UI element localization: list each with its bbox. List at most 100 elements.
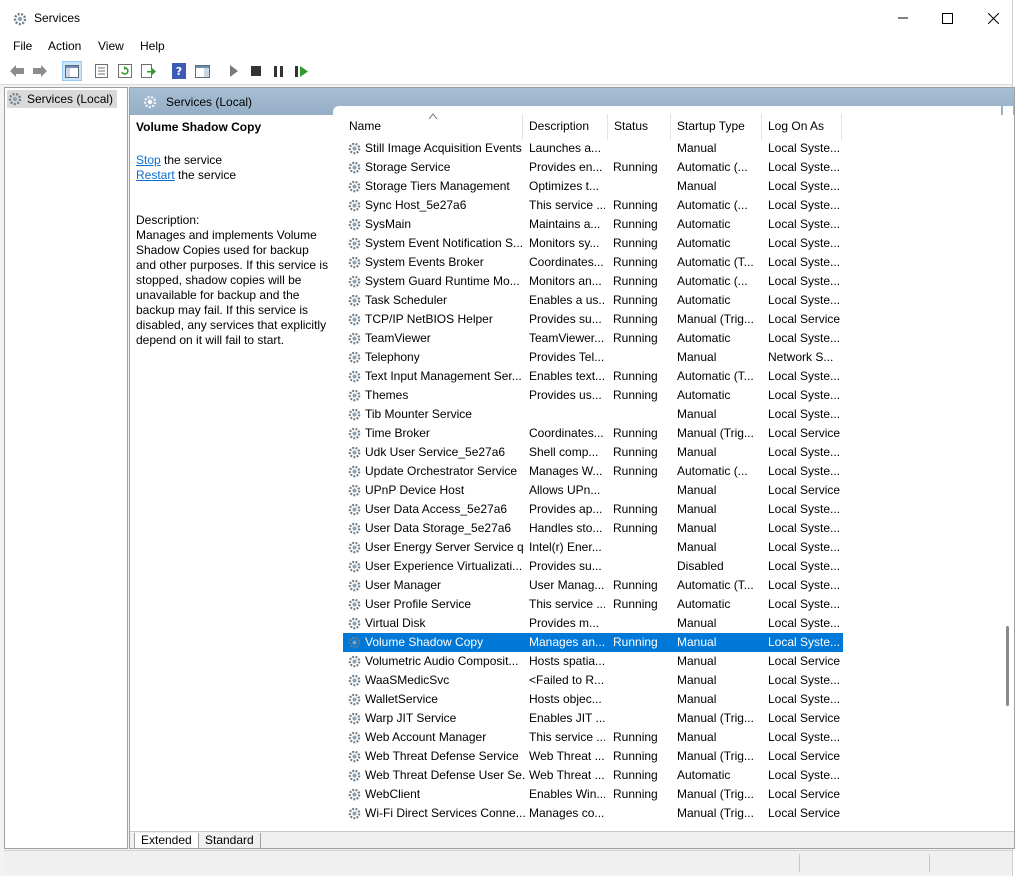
table-row[interactable]: Themes Provides us... Running Automatic Loca… — [343, 386, 843, 405]
table-row[interactable]: Web Account Manager This service ... Runni… — [343, 728, 843, 747]
service-startup-cell: Automatic (T... — [677, 255, 754, 269]
table-row[interactable]: Sync Host_5e27a6 This service ... Running A… — [343, 196, 843, 215]
service-startup-cell: Manual (Trig... — [677, 312, 754, 326]
show-console-tree-button[interactable] — [62, 61, 82, 81]
table-row[interactable]: Storage Tiers Management Optimizes t... Ma… — [343, 177, 843, 196]
show-action-pane-button[interactable] — [193, 62, 211, 80]
gear-icon — [347, 787, 362, 802]
column-header-status[interactable]: Status — [614, 119, 648, 133]
forward-button[interactable] — [31, 62, 49, 80]
restart-link[interactable]: Restart — [136, 168, 175, 182]
menu-view[interactable]: View — [98, 39, 124, 53]
vertical-scrollbar[interactable] — [1003, 106, 1013, 831]
tab-extended[interactable]: Extended — [134, 833, 199, 848]
gear-icon — [347, 578, 362, 593]
table-row[interactable]: Task Scheduler Enables a us... Running Auto… — [343, 291, 843, 310]
minimize-button[interactable] — [880, 0, 926, 36]
table-row[interactable]: Virtual Disk Provides m... Manual Local Sys… — [343, 614, 843, 633]
table-row[interactable]: Tib Mounter Service Manual Local Syste... — [343, 405, 843, 424]
stop-icon — [251, 66, 261, 76]
table-row[interactable]: TCP/IP NetBIOS Helper Provides su... Runni… — [343, 310, 843, 329]
table-row[interactable]: WebClient Enables Win... Running Manual (Tr… — [343, 785, 843, 804]
table-row[interactable]: Warp JIT Service Enables JIT ... Manual (T… — [343, 709, 843, 728]
table-row-selected[interactable]: Volume Shadow Copy Manages an... Running Ma… — [343, 633, 843, 652]
column-divider[interactable] — [522, 114, 523, 140]
back-button[interactable] — [8, 62, 26, 80]
tab-standard[interactable]: Standard — [198, 833, 261, 848]
restart-service-button[interactable] — [293, 62, 311, 80]
tree-item-services-local[interactable]: Services (Local) — [7, 90, 118, 108]
table-row[interactable]: UPnP Device Host Allows UPn... Manual Local… — [343, 481, 843, 500]
table-row[interactable]: WaaSMedicSvc <Failed to R... Manual Local S… — [343, 671, 843, 690]
table-row[interactable]: Still Image Acquisition Events Launches a… — [343, 139, 843, 158]
service-logon-cell: Local Syste... — [768, 502, 841, 516]
table-row[interactable]: User Profile Service This service ... Runn… — [343, 595, 843, 614]
table-row[interactable]: User Energy Server Service q... Intel(r) … — [343, 538, 843, 557]
export-icon — [140, 64, 156, 78]
properties-icon — [94, 64, 108, 78]
table-row[interactable]: Udk User Service_5e27a6 Shell comp... Runn… — [343, 443, 843, 462]
service-startup-cell: Manual — [677, 407, 717, 421]
service-startup-cell: Manual — [677, 445, 717, 459]
column-divider[interactable] — [607, 114, 608, 140]
gear-icon — [347, 711, 362, 726]
properties-button[interactable] — [92, 62, 110, 80]
menu-action[interactable]: Action — [48, 39, 81, 53]
column-divider[interactable] — [670, 114, 671, 140]
service-name-cell: WebClient — [365, 787, 421, 801]
service-status-cell: Running — [613, 597, 658, 611]
service-logon-cell: Local Syste... — [768, 369, 841, 383]
table-row[interactable]: TeamViewer TeamViewer... Running Automatic L… — [343, 329, 843, 348]
table-row[interactable]: Storage Service Provides en... Running Auto… — [343, 158, 843, 177]
column-header-log-on-as[interactable]: Log On As — [768, 119, 824, 133]
close-button[interactable] — [970, 0, 1016, 36]
table-row[interactable]: Telephony Provides Tel... Manual Network S.… — [343, 348, 843, 367]
service-logon-cell: Local Syste... — [768, 559, 841, 573]
table-row[interactable]: Web Threat Defense Service Web Threat ...… — [343, 747, 843, 766]
table-row[interactable]: User Data Access_5e27a6 Provides ap... Run… — [343, 500, 843, 519]
service-description-cell: This service ... — [529, 730, 605, 744]
table-row[interactable]: Update Orchestrator Service Manages W... R… — [343, 462, 843, 481]
menu-file[interactable]: File — [13, 39, 32, 53]
start-service-button[interactable] — [225, 62, 243, 80]
table-row[interactable]: Wi-Fi Direct Services Conne... Manages co… — [343, 804, 843, 823]
table-row[interactable]: System Event Notification S... Monitors s… — [343, 234, 843, 253]
service-startup-cell: Automatic (T... — [677, 369, 754, 383]
table-row[interactable]: SysMain Maintains a... Running Automatic Loc… — [343, 215, 843, 234]
scrollbar-thumb[interactable] — [1006, 626, 1009, 706]
service-name-cell: WaaSMedicSvc — [365, 673, 450, 687]
table-row[interactable]: System Events Broker Coordinates... Runnin… — [343, 253, 843, 272]
pause-service-button[interactable] — [270, 62, 288, 80]
gear-icon — [347, 540, 362, 555]
column-divider[interactable] — [761, 114, 762, 140]
menu-help[interactable]: Help — [140, 39, 165, 53]
table-row[interactable]: WalletService Hosts objec... Manual Local S… — [343, 690, 843, 709]
refresh-button[interactable] — [116, 62, 134, 80]
table-row[interactable]: Time Broker Coordinates... Running Manual (… — [343, 424, 843, 443]
service-name-cell: Telephony — [365, 350, 420, 364]
column-header-name[interactable]: Name — [349, 119, 381, 133]
column-header-description[interactable]: Description — [529, 119, 589, 133]
table-row[interactable]: Web Threat Defense User Se... Web Threat … — [343, 766, 843, 785]
stop-service-button[interactable] — [247, 62, 265, 80]
column-header-startup-type[interactable]: Startup Type — [677, 119, 745, 133]
table-row[interactable]: Volumetric Audio Composit... Hosts spatia… — [343, 652, 843, 671]
help-button[interactable]: ? — [170, 62, 188, 80]
table-row[interactable]: System Guard Runtime Mo... Monitors an...… — [343, 272, 843, 291]
service-startup-cell: Automatic (... — [677, 274, 748, 288]
table-row[interactable]: User Data Storage_5e27a6 Handles sto... Ru… — [343, 519, 843, 538]
column-divider[interactable] — [841, 114, 842, 140]
stop-link[interactable]: Stop — [136, 153, 161, 167]
service-logon-cell: Local Service — [768, 426, 841, 440]
service-status-cell: Running — [613, 312, 658, 326]
title-bar[interactable]: Services — [0, 0, 1012, 36]
service-logon-cell: Local Service — [768, 711, 841, 725]
service-description-cell: Provides Tel... — [529, 350, 605, 364]
service-logon-cell: Local Syste... — [768, 217, 841, 231]
maximize-button[interactable] — [924, 0, 970, 36]
export-list-button[interactable] — [139, 62, 157, 80]
table-row[interactable]: User Manager User Manag... Running Automati… — [343, 576, 843, 595]
table-row[interactable]: User Experience Virtualizati... Provides … — [343, 557, 843, 576]
service-status-cell: Running — [613, 160, 658, 174]
table-row[interactable]: Text Input Management Ser... Enables text… — [343, 367, 843, 386]
